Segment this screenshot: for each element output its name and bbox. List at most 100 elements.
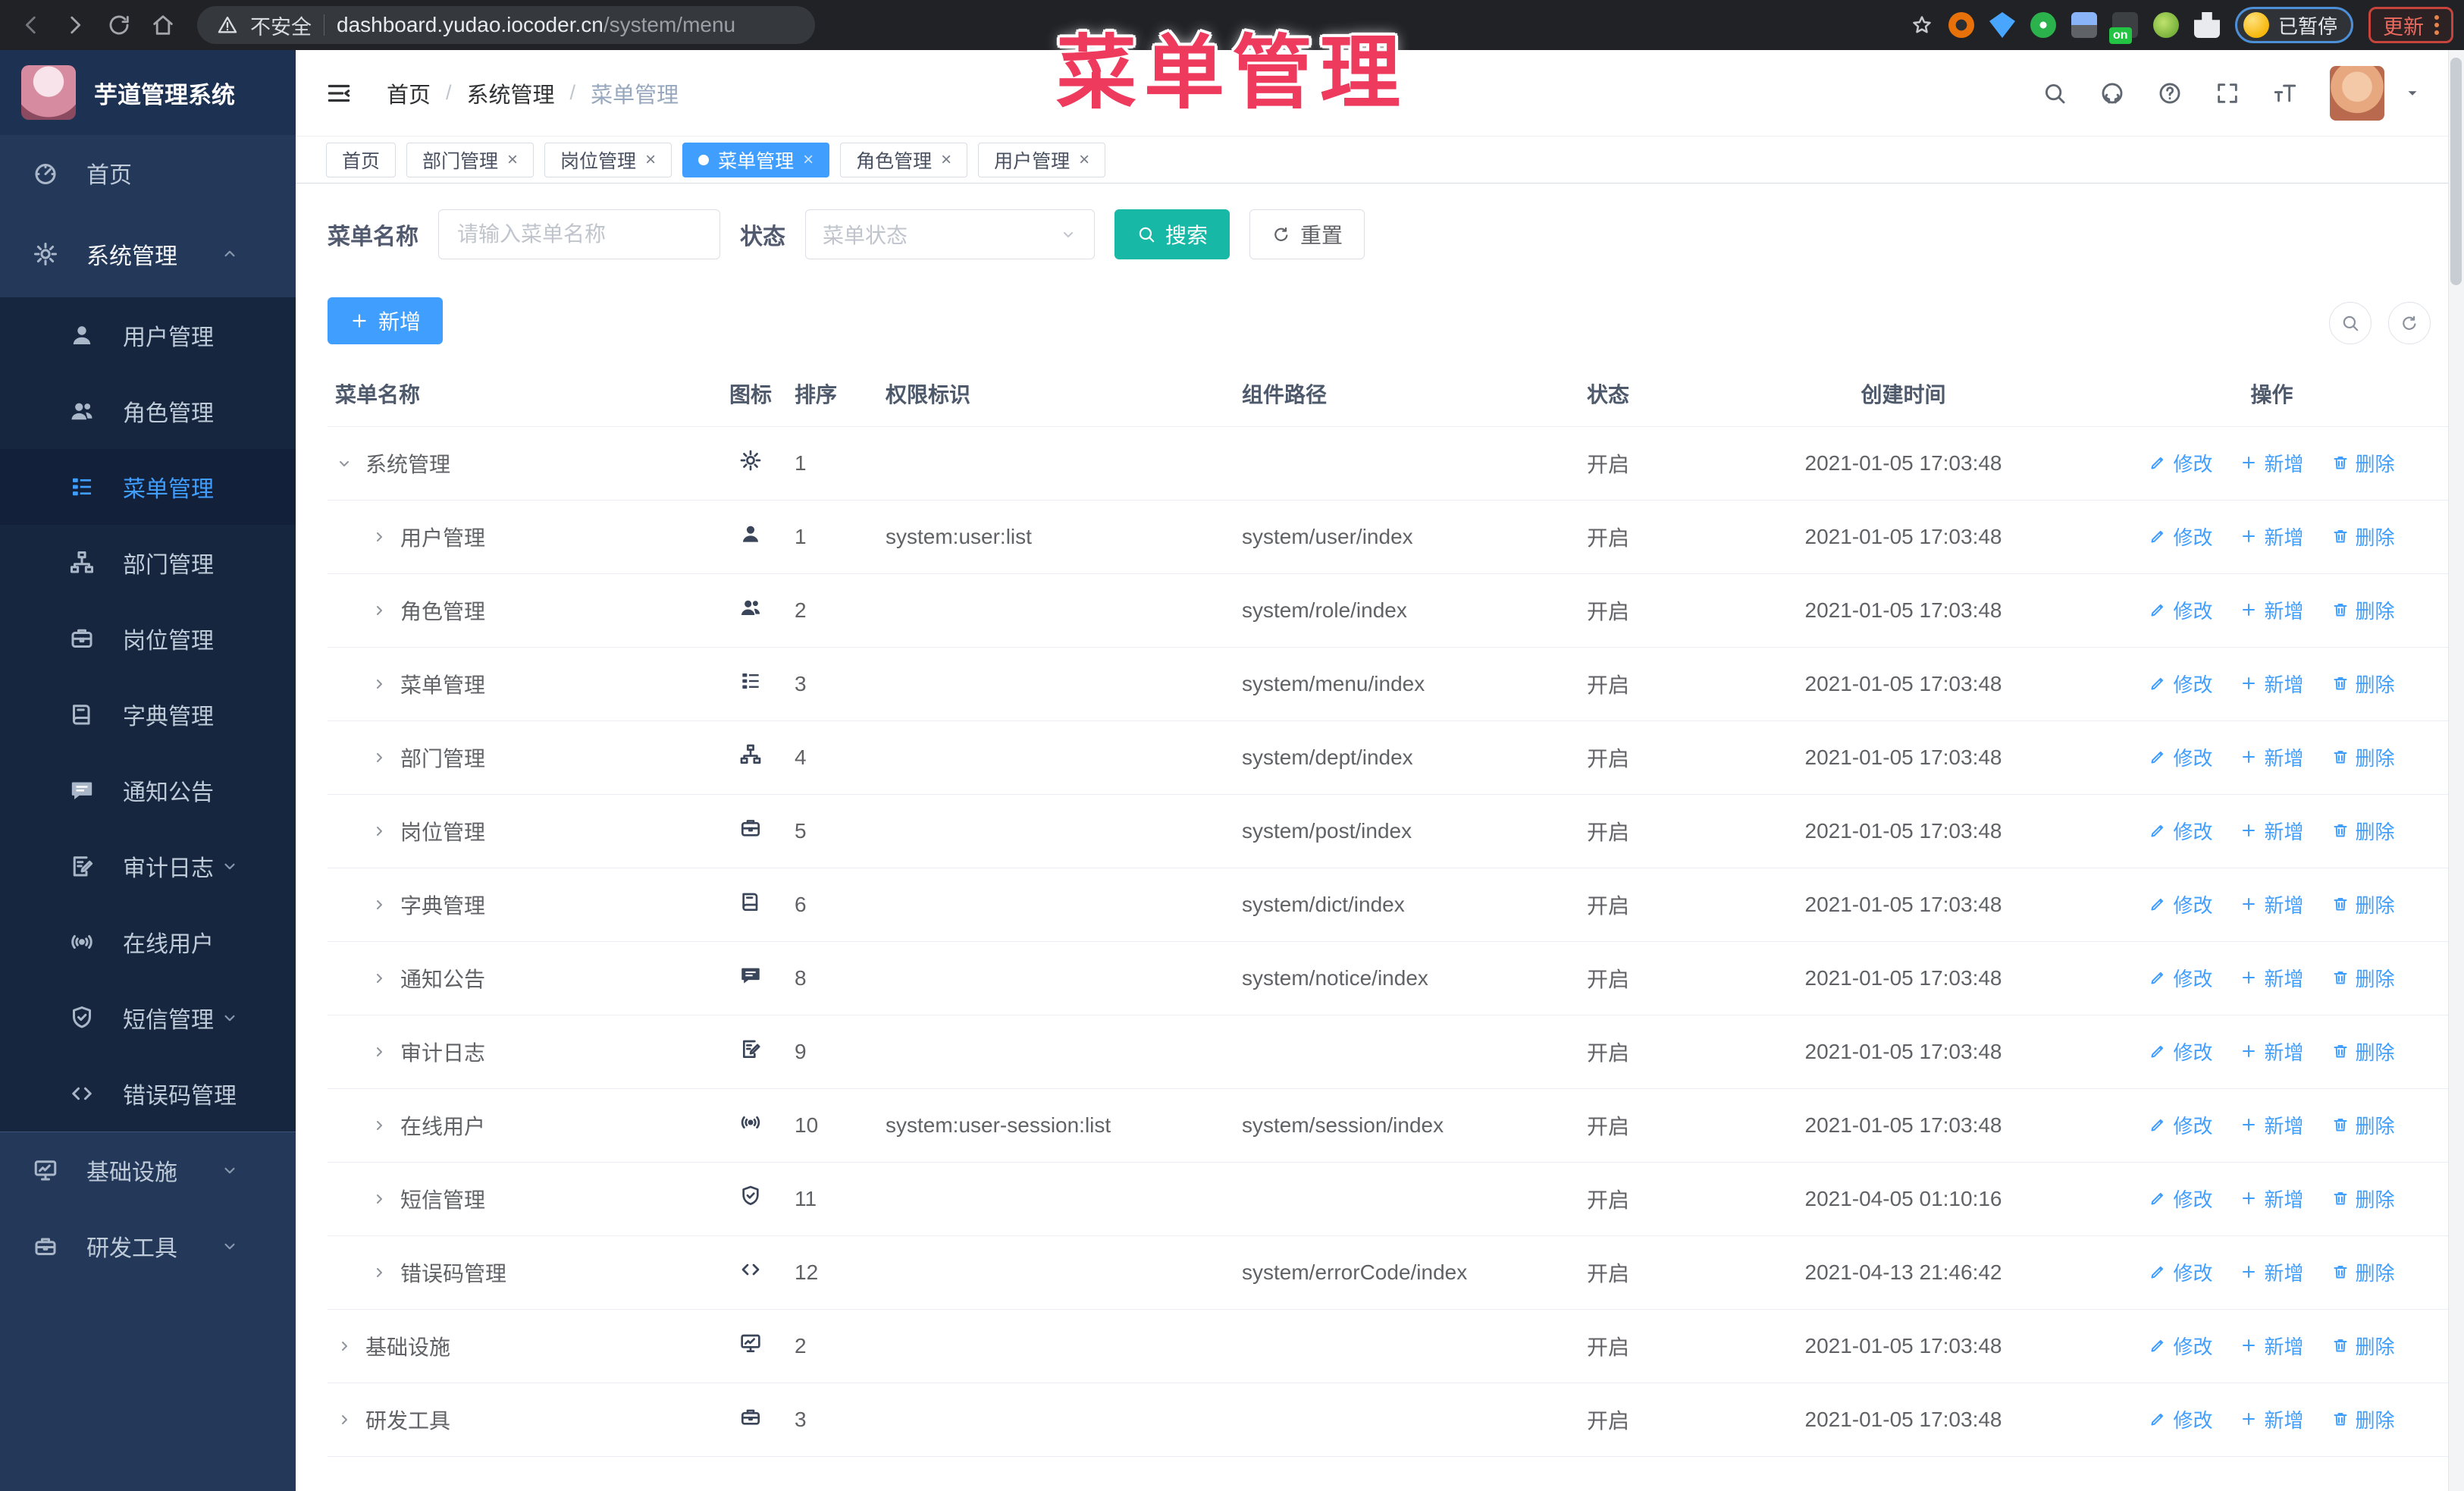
tab-岗位管理[interactable]: 岗位管理 × (544, 142, 672, 177)
row-expand-expand-icon[interactable] (370, 1190, 388, 1208)
row-expand-expand-icon[interactable] (370, 675, 388, 693)
action-删除-link[interactable]: 删除 (2331, 670, 2395, 698)
sidebar-item-研发工具[interactable]: 研发工具 (0, 1208, 296, 1284)
action-修改-link[interactable]: 修改 (2149, 523, 2212, 551)
row-expand-expand-icon[interactable] (370, 601, 388, 620)
action-新增-link[interactable]: 新增 (2240, 523, 2304, 551)
action-删除-link[interactable]: 删除 (2331, 1332, 2395, 1360)
row-expand-collapse-icon[interactable] (335, 454, 353, 472)
sidebar-item-首页[interactable]: 首页 (0, 135, 296, 211)
add-button[interactable]: 新增 (328, 297, 444, 344)
action-删除-link[interactable]: 删除 (2331, 890, 2395, 918)
action-修改-link[interactable]: 修改 (2149, 1332, 2212, 1360)
action-删除-link[interactable]: 删除 (2331, 964, 2395, 992)
action-删除-link[interactable]: 删除 (2331, 1037, 2395, 1066)
action-新增-link[interactable]: 新增 (2240, 964, 2304, 992)
action-修改-link[interactable]: 修改 (2149, 743, 2212, 771)
browser-reload-icon[interactable] (102, 8, 136, 42)
action-修改-link[interactable]: 修改 (2149, 817, 2212, 845)
extension-gem-icon[interactable] (1989, 12, 2015, 38)
tab-部门管理[interactable]: 部门管理 × (406, 142, 534, 177)
action-删除-link[interactable]: 删除 (2331, 1405, 2395, 1433)
action-新增-link[interactable]: 新增 (2240, 670, 2304, 698)
action-新增-link[interactable]: 新增 (2240, 890, 2304, 918)
sidebar-item-错误码管理[interactable]: 错误码管理 (0, 1056, 296, 1132)
action-新增-link[interactable]: 新增 (2240, 1258, 2304, 1286)
sidebar-item-菜单管理[interactable]: 菜单管理 (0, 449, 296, 525)
row-expand-expand-icon[interactable] (370, 1116, 388, 1135)
extension-tampermonkey-icon[interactable] (2152, 12, 2179, 38)
tab-角色管理[interactable]: 角色管理 × (840, 142, 968, 177)
menu-name-input[interactable] (438, 209, 720, 259)
extension-green-shield-icon[interactable] (2030, 12, 2056, 38)
row-expand-expand-icon[interactable] (335, 1411, 353, 1429)
action-删除-link[interactable]: 删除 (2331, 1111, 2395, 1139)
sidebar-item-系统管理[interactable]: 系统管理 (0, 211, 296, 297)
sidebar-item-部门管理[interactable]: 部门管理 (0, 525, 296, 601)
action-新增-link[interactable]: 新增 (2240, 743, 2304, 771)
page-scrollbar[interactable] (2448, 50, 2464, 1491)
action-删除-link[interactable]: 删除 (2331, 449, 2395, 477)
collapse-sidebar-icon[interactable] (324, 79, 353, 108)
menu-status-select[interactable]: 菜单状态 (805, 209, 1095, 259)
app-logo[interactable]: 芋道管理系统 (0, 50, 296, 135)
action-删除-link[interactable]: 删除 (2331, 743, 2395, 771)
row-expand-expand-icon[interactable] (370, 969, 388, 987)
action-修改-link[interactable]: 修改 (2149, 1111, 2212, 1139)
row-expand-expand-icon[interactable] (370, 528, 388, 546)
action-新增-link[interactable]: 新增 (2240, 817, 2304, 845)
extension-orange-icon[interactable] (1948, 12, 1974, 38)
sidebar-item-岗位管理[interactable]: 岗位管理 (0, 601, 296, 676)
close-tab-icon[interactable]: × (645, 149, 656, 171)
sidebar-item-通知公告[interactable]: 通知公告 (0, 752, 296, 828)
row-expand-expand-icon[interactable] (370, 896, 388, 914)
fullscreen-icon[interactable] (2215, 80, 2240, 106)
action-修改-link[interactable]: 修改 (2149, 1037, 2212, 1066)
tab-用户管理[interactable]: 用户管理 × (978, 142, 1106, 177)
action-新增-link[interactable]: 新增 (2240, 1037, 2304, 1066)
user-avatar[interactable] (2330, 65, 2384, 121)
action-修改-link[interactable]: 修改 (2149, 1185, 2212, 1213)
action-删除-link[interactable]: 删除 (2331, 1185, 2395, 1213)
sidebar-item-角色管理[interactable]: 角色管理 (0, 373, 296, 449)
scrollbar-thumb[interactable] (2450, 58, 2462, 285)
action-修改-link[interactable]: 修改 (2149, 1405, 2212, 1433)
sidebar-item-字典管理[interactable]: 字典管理 (0, 676, 296, 752)
row-expand-expand-icon[interactable] (370, 749, 388, 767)
reset-button[interactable]: 重置 (1249, 209, 1365, 259)
action-修改-link[interactable]: 修改 (2149, 890, 2212, 918)
action-新增-link[interactable]: 新增 (2240, 1111, 2304, 1139)
action-修改-link[interactable]: 修改 (2149, 449, 2212, 477)
font-size-icon[interactable] (2272, 80, 2298, 106)
search-button[interactable]: 搜索 (1114, 209, 1230, 259)
browser-home-icon[interactable] (146, 8, 180, 42)
user-menu-caret-icon[interactable] (2404, 85, 2421, 102)
extension-blue-icon[interactable] (2071, 12, 2097, 38)
close-tab-icon[interactable]: × (941, 149, 951, 171)
browser-profile-button[interactable]: 已暂停 (2234, 7, 2353, 43)
action-新增-link[interactable]: 新增 (2240, 1332, 2304, 1360)
sidebar-item-用户管理[interactable]: 用户管理 (0, 297, 296, 373)
action-新增-link[interactable]: 新增 (2240, 596, 2304, 624)
browser-back-icon[interactable] (14, 8, 49, 42)
row-expand-expand-icon[interactable] (370, 822, 388, 840)
extension-puzzle-icon[interactable] (2193, 12, 2220, 38)
close-tab-icon[interactable]: × (803, 149, 813, 171)
action-修改-link[interactable]: 修改 (2149, 964, 2212, 992)
action-修改-link[interactable]: 修改 (2149, 596, 2212, 624)
action-新增-link[interactable]: 新增 (2240, 449, 2304, 477)
action-修改-link[interactable]: 修改 (2149, 1258, 2212, 1286)
sidebar-item-基础设施[interactable]: 基础设施 (0, 1132, 296, 1208)
sidebar-item-在线用户[interactable]: 在线用户 (0, 904, 296, 980)
row-expand-expand-icon[interactable] (370, 1263, 388, 1282)
toggle-search-button[interactable] (2329, 302, 2372, 344)
github-icon[interactable] (2099, 80, 2125, 106)
tab-菜单管理[interactable]: 菜单管理 × (682, 142, 830, 177)
breadcrumb-item-0[interactable]: 首页 (387, 77, 431, 109)
browser-forward-icon[interactable] (58, 8, 92, 42)
action-新增-link[interactable]: 新增 (2240, 1185, 2304, 1213)
address-bar[interactable]: 不安全 dashboard.yudao.iocoder.cn/system/me… (197, 6, 815, 44)
action-删除-link[interactable]: 删除 (2331, 817, 2395, 845)
header-search-icon[interactable] (2042, 80, 2067, 106)
action-删除-link[interactable]: 删除 (2331, 596, 2395, 624)
